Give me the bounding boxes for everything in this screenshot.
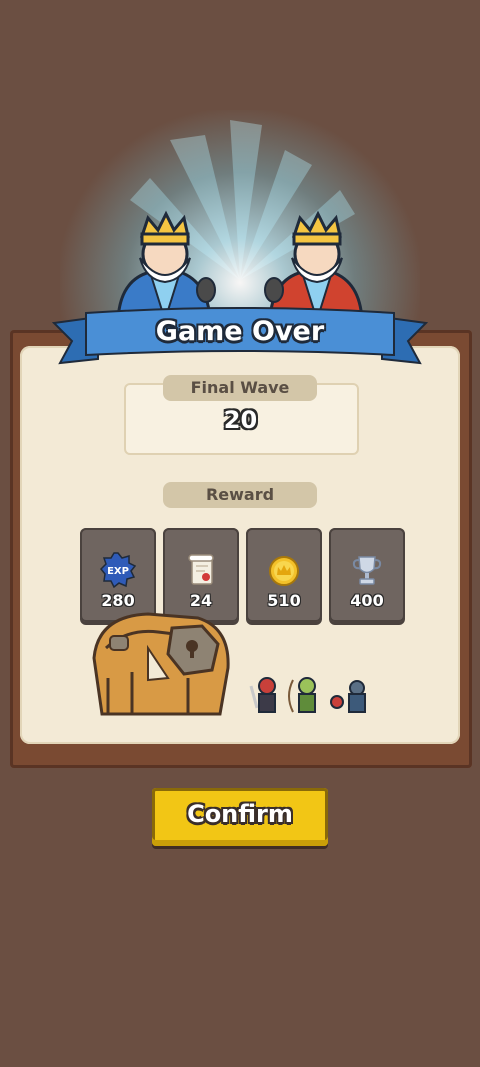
confirm-button[interactable]: Confirm	[152, 788, 328, 846]
gold-coin-icon	[269, 556, 299, 586]
exp-badge-text: EXP	[107, 566, 129, 577]
reward-tile-trophy: 400	[329, 528, 405, 622]
blue-king	[116, 210, 216, 320]
final-wave-label: Final Wave	[163, 375, 317, 401]
hero-characters	[249, 677, 366, 713]
dialog-title: Game Over	[155, 316, 325, 347]
trophy-icon	[352, 556, 382, 585]
final-wave-value: 20	[223, 406, 258, 434]
reward-trophy-value: 400	[350, 591, 384, 610]
red-king	[264, 210, 364, 320]
reward-tile-gold: 510	[246, 528, 322, 622]
reward-label: Reward	[163, 482, 317, 508]
confirm-button-label: Confirm	[187, 800, 293, 828]
treasure-chest	[92, 612, 230, 716]
reward-gold-value: 510	[267, 591, 301, 610]
scroll-icon	[188, 554, 214, 585]
game-over-screen: Game Over Final Wave 20 Reward EXP 280 2…	[0, 0, 480, 1067]
exp-badge-icon: EXP	[100, 552, 136, 588]
